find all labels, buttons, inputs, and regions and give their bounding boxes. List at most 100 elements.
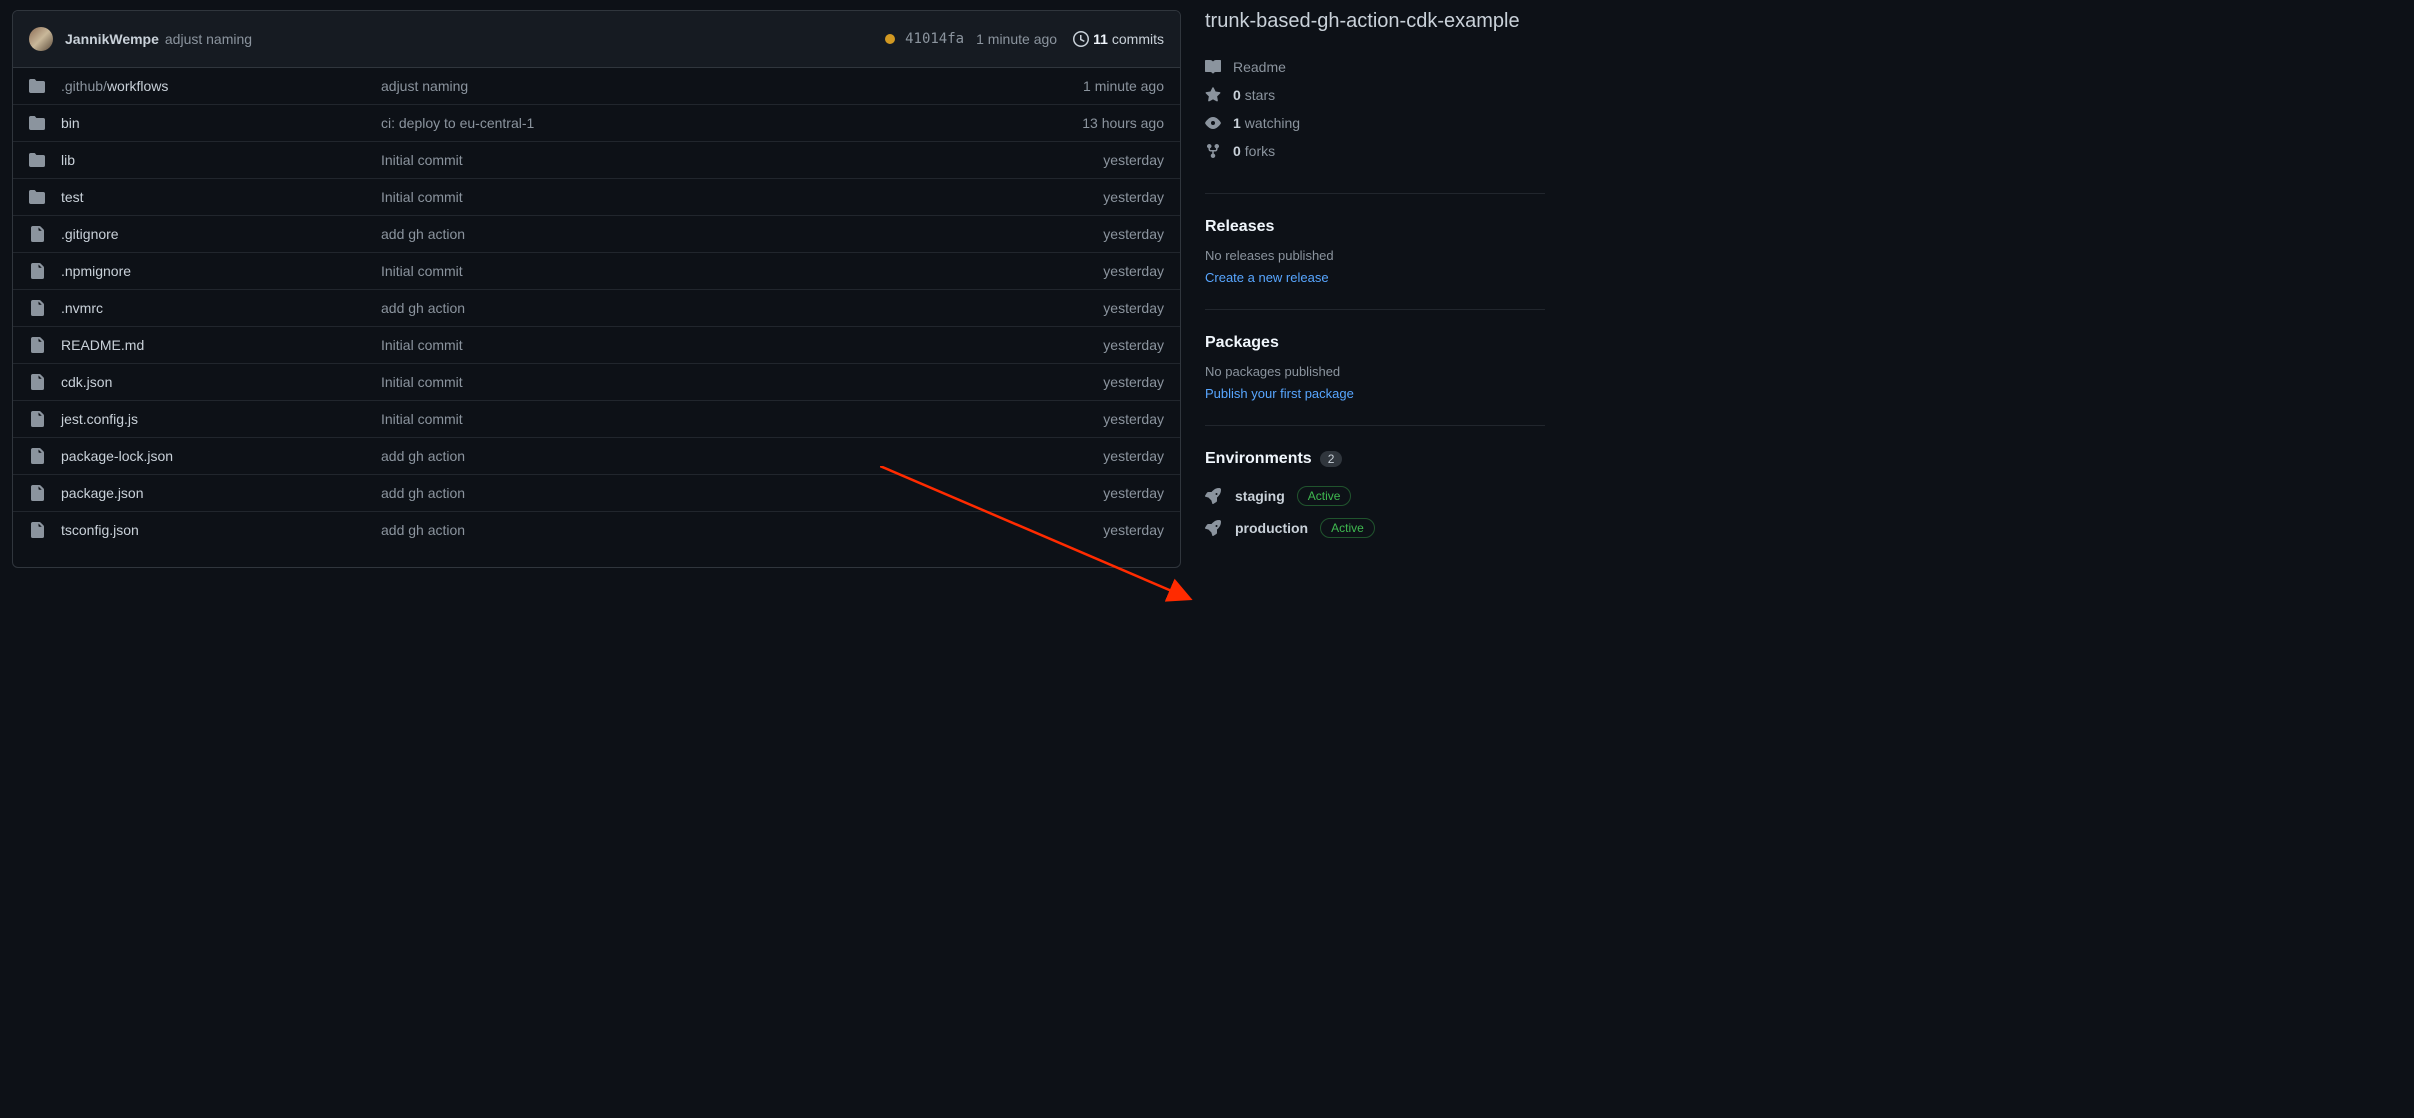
file-row[interactable]: README.mdInitial commityesterday (13, 326, 1180, 363)
repo-name[interactable]: trunk-based-gh-action-cdk-example (1205, 10, 1545, 33)
file-icon (29, 300, 45, 316)
file-row[interactable]: jest.config.jsInitial commityesterday (13, 400, 1180, 437)
file-row[interactable]: package.jsonadd gh actionyesterday (13, 474, 1180, 511)
file-icon (29, 374, 45, 390)
folder-icon (29, 152, 45, 168)
environments-section: Environments 2 stagingActive production Ac… (1205, 425, 1545, 568)
file-commit-msg[interactable]: add gh action (381, 485, 1103, 501)
file-name[interactable]: README.md (61, 337, 381, 353)
file-commit-msg[interactable]: Initial commit (381, 152, 1103, 168)
avatar[interactable] (29, 27, 53, 51)
file-icon (29, 226, 45, 242)
file-name[interactable]: package.json (61, 485, 381, 501)
file-time: yesterday (1103, 448, 1164, 464)
environment-name: production (1235, 520, 1308, 536)
environment-item[interactable]: production Active (1205, 512, 1545, 544)
file-time: yesterday (1103, 189, 1164, 205)
folder-icon (29, 115, 45, 131)
file-commit-msg[interactable]: Initial commit (381, 337, 1103, 353)
file-name[interactable]: .gitignore (61, 226, 381, 242)
file-commit-msg[interactable]: add gh action (381, 300, 1103, 316)
commit-message[interactable]: adjust naming (165, 31, 252, 47)
file-row[interactable]: .github/workflowsadjust naming1 minute a… (13, 68, 1180, 104)
file-time: yesterday (1103, 485, 1164, 501)
file-commit-msg[interactable]: add gh action (381, 448, 1103, 464)
commits-label: commits (1112, 31, 1164, 47)
about-list: Readme 0stars 1watching 0forks (1205, 53, 1545, 165)
file-name[interactable]: test (61, 189, 381, 205)
file-commit-msg[interactable]: Initial commit (381, 374, 1103, 390)
forks-link[interactable]: 0forks (1205, 137, 1545, 165)
environments-heading[interactable]: Environments 2 (1205, 450, 1545, 468)
file-name[interactable]: .npmignore (61, 263, 381, 279)
file-name[interactable]: cdk.json (61, 374, 381, 390)
commits-link[interactable]: 11 commits (1073, 31, 1164, 47)
file-row[interactable]: package-lock.jsonadd gh actionyesterday (13, 437, 1180, 474)
file-time: yesterday (1103, 374, 1164, 390)
file-time: 1 minute ago (1083, 78, 1164, 94)
file-commit-msg[interactable]: add gh action (381, 522, 1103, 538)
file-row[interactable]: libInitial commityesterday (13, 141, 1180, 178)
environment-status-badge: Active (1297, 486, 1352, 506)
history-icon (1073, 31, 1089, 47)
fork-icon (1205, 143, 1221, 159)
book-icon (1205, 59, 1221, 75)
packages-heading[interactable]: Packages (1205, 334, 1545, 352)
file-name[interactable]: tsconfig.json (61, 522, 381, 538)
environments-count: 2 (1320, 451, 1343, 467)
file-commit-msg[interactable]: Initial commit (381, 189, 1103, 205)
file-row[interactable]: .npmignoreInitial commityesterday (13, 252, 1180, 289)
file-icon (29, 411, 45, 427)
commit-sha[interactable]: 41014fa (905, 31, 964, 47)
releases-section: Releases No releases published Create a … (1205, 193, 1545, 309)
file-row[interactable]: .nvmrcadd gh actionyesterday (13, 289, 1180, 326)
file-name[interactable]: lib (61, 152, 381, 168)
file-time: yesterday (1103, 300, 1164, 316)
releases-heading[interactable]: Releases (1205, 218, 1545, 236)
packages-empty: No packages published (1205, 364, 1545, 379)
commit-author[interactable]: JannikWempe (65, 31, 159, 47)
file-row[interactable]: .gitignoreadd gh actionyesterday (13, 215, 1180, 252)
file-name[interactable]: bin (61, 115, 381, 131)
file-commit-msg[interactable]: Initial commit (381, 411, 1103, 427)
watching-link[interactable]: 1watching (1205, 109, 1545, 137)
file-row[interactable]: testInitial commityesterday (13, 178, 1180, 215)
star-icon (1205, 87, 1221, 103)
environment-status-badge: Active (1320, 518, 1375, 538)
file-browser: JannikWempe adjust naming 41014fa 1 minu… (12, 10, 1181, 568)
file-commit-msg[interactable]: Initial commit (381, 263, 1103, 279)
create-release-link[interactable]: Create a new release (1205, 270, 1329, 285)
ci-status-pending-icon[interactable] (885, 34, 895, 44)
publish-package-link[interactable]: Publish your first package (1205, 386, 1354, 401)
file-commit-msg[interactable]: ci: deploy to eu-central-1 (381, 115, 1082, 131)
file-icon (29, 337, 45, 353)
file-time: yesterday (1103, 522, 1164, 538)
sidebar: trunk-based-gh-action-cdk-example Readme… (1205, 10, 1545, 568)
folder-icon (29, 78, 45, 94)
eye-icon (1205, 115, 1221, 131)
rocket-icon (1205, 520, 1221, 536)
file-commit-msg[interactable]: adjust naming (381, 78, 1083, 94)
releases-empty: No releases published (1205, 248, 1545, 263)
file-commit-msg[interactable]: add gh action (381, 226, 1103, 242)
environment-item[interactable]: stagingActive (1205, 480, 1545, 512)
file-icon (29, 485, 45, 501)
file-name[interactable]: jest.config.js (61, 411, 381, 427)
stars-link[interactable]: 0stars (1205, 81, 1545, 109)
file-name[interactable]: package-lock.json (61, 448, 381, 464)
commits-count: 11 (1093, 31, 1108, 47)
file-icon (29, 522, 45, 538)
file-row[interactable]: binci: deploy to eu-central-113 hours ag… (13, 104, 1180, 141)
file-row[interactable]: tsconfig.jsonadd gh actionyesterday (13, 511, 1180, 548)
file-name[interactable]: .github/workflows (61, 78, 381, 94)
latest-commit-bar: JannikWempe adjust naming 41014fa 1 minu… (13, 11, 1180, 68)
file-time: yesterday (1103, 226, 1164, 242)
readme-link[interactable]: Readme (1205, 53, 1545, 81)
file-name[interactable]: .nvmrc (61, 300, 381, 316)
commit-time: 1 minute ago (976, 31, 1057, 47)
file-row[interactable]: cdk.jsonInitial commityesterday (13, 363, 1180, 400)
file-time: yesterday (1103, 411, 1164, 427)
file-icon (29, 448, 45, 464)
folder-icon (29, 189, 45, 205)
file-time: yesterday (1103, 337, 1164, 353)
